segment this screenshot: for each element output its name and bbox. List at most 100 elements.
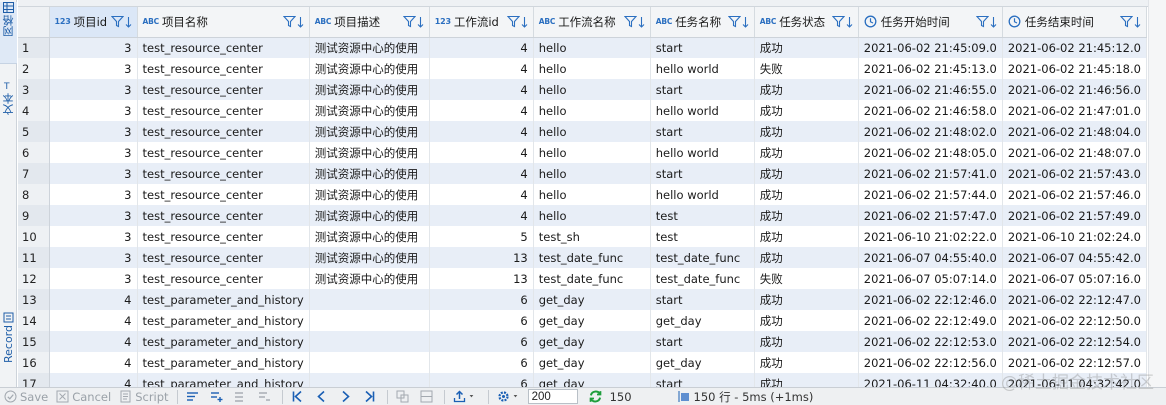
table-row[interactable]: 14 4 test_parameter_and_history 6 get_day get… [18,310,1147,331]
table-cell[interactable]: test_parameter_and_history [137,352,310,373]
table-cell[interactable]: 4 [429,58,534,79]
table-row[interactable]: 16 4 test_parameter_and_history 6 get_day get… [18,352,1147,373]
table-cell[interactable]: 2021-06-02 21:57:41.0 [858,163,1003,184]
table-cell[interactable]: 3 [49,100,138,121]
row-number[interactable]: 12 [18,268,50,289]
table-cell[interactable]: start [650,163,755,184]
table-cell[interactable]: start [650,121,755,142]
vertical-scrollbar[interactable] [1148,0,1166,387]
table-cell[interactable]: 13 [429,247,534,268]
sort-icon[interactable] [417,16,424,28]
prev-page-button[interactable] [311,388,335,405]
table-cell[interactable]: test_resource_center [137,58,310,79]
table-cell[interactable]: 成功 [754,163,859,184]
row-number[interactable]: 15 [18,331,50,352]
table-cell[interactable]: 测试资源中心的使用 [309,226,430,247]
table-cell[interactable]: 4 [429,100,534,121]
table-cell[interactable]: 2021-06-11 04:32:40.0 [858,373,1003,387]
table-cell[interactable]: start [650,37,755,58]
row-number[interactable]: 3 [18,79,50,100]
table-cell[interactable]: test_resource_center [137,100,310,121]
table-row[interactable]: 9 3 test_resource_center 测试资源中心的使用 4 hello tes… [18,205,1147,226]
table-cell[interactable]: 2021-06-02 21:57:44.0 [858,184,1003,205]
table-cell[interactable]: 失败 [754,268,859,289]
table-cell[interactable]: 4 [429,79,534,100]
side-tab-grid[interactable]: 网格 [0,2,17,64]
table-cell[interactable]: 2021-06-02 21:47:01.0 [1002,100,1147,121]
table-row[interactable]: 2 3 test_resource_center 测试资源中心的使用 4 hello hel… [18,58,1147,79]
table-cell[interactable]: 成功 [754,121,859,142]
column-header[interactable]: ABC 工作流名称 [533,7,651,38]
table-cell[interactable]: 2021-06-02 21:46:58.0 [858,100,1003,121]
table-cell[interactable]: 测试资源中心的使用 [309,79,430,100]
table-cell[interactable]: get_day [533,289,651,310]
table-cell[interactable]: 成功 [754,310,859,331]
table-cell[interactable]: hello [533,142,651,163]
filter-icon[interactable] [831,15,845,28]
table-cell[interactable]: 2021-06-02 21:48:07.0 [1002,142,1147,163]
table-cell[interactable]: 3 [49,37,138,58]
table-cell[interactable]: test_date_func [650,247,755,268]
table-cell[interactable]: 成功 [754,226,859,247]
table-cell[interactable]: 3 [49,268,138,289]
table-row[interactable]: 15 4 test_parameter_and_history 6 get_day sta… [18,331,1147,352]
table-row[interactable]: 17 4 test_parameter_and_history 6 get_day sta… [18,373,1147,387]
table-cell[interactable]: 2021-06-07 04:55:42.0 [1002,247,1147,268]
table-cell[interactable]: test_resource_center [137,247,310,268]
table-cell[interactable]: test_resource_center [137,163,310,184]
table-row[interactable]: 11 3 test_resource_center 测试资源中心的使用 13 test_d… [18,247,1147,268]
filter-icon[interactable] [727,15,741,28]
table-cell[interactable]: 成功 [754,100,859,121]
table-cell[interactable]: 成功 [754,247,859,268]
table-cell[interactable]: test_date_func [533,247,651,268]
column-header[interactable]: 123 工作流id [429,7,534,38]
table-row[interactable]: 5 3 test_resource_center 测试资源中心的使用 4 hello sta… [18,121,1147,142]
filter-icon[interactable] [623,15,637,28]
table-cell[interactable]: 2021-06-07 04:55:40.0 [858,247,1003,268]
table-cell[interactable]: 4 [429,37,534,58]
filter-icon[interactable] [506,15,520,28]
table-cell[interactable]: 2021-06-02 21:57:43.0 [1002,163,1147,184]
table-cell[interactable]: start [650,79,755,100]
table-cell[interactable]: 3 [49,142,138,163]
table-cell[interactable]: test [650,226,755,247]
table-cell[interactable]: 4 [429,184,534,205]
sort-icon[interactable] [125,16,132,28]
table-cell[interactable]: get_day [650,352,755,373]
table-cell[interactable]: start [650,373,755,387]
table-cell[interactable]: hello [533,100,651,121]
row-number[interactable]: 4 [18,100,50,121]
delete-row-button[interactable] [254,388,278,405]
table-cell[interactable]: 2021-06-02 21:57:49.0 [1002,205,1147,226]
table-cell[interactable]: hello [533,205,651,226]
row-number[interactable]: 13 [18,289,50,310]
table-cell[interactable]: 2021-06-02 21:48:04.0 [1002,121,1147,142]
cancel-button[interactable]: Cancel [52,388,115,405]
table-cell[interactable] [309,310,430,331]
table-row[interactable]: 4 3 test_resource_center 测试资源中心的使用 4 hello hel… [18,100,1147,121]
table-cell[interactable]: 4 [49,310,138,331]
row-number[interactable]: 6 [18,142,50,163]
table-cell[interactable]: hello [533,79,651,100]
table-cell[interactable]: 2021-06-02 22:12:57.0 [1002,352,1147,373]
sort-icon[interactable] [742,16,749,28]
table-cell[interactable] [309,373,430,387]
row-number[interactable]: 8 [18,184,50,205]
table-cell[interactable]: 4 [429,142,534,163]
table-cell[interactable]: hello [533,184,651,205]
table-cell[interactable]: test_date_func [533,268,651,289]
table-cell[interactable]: 失败 [754,58,859,79]
table-cell[interactable]: 2021-06-11 04:32:42.0 [1002,373,1147,387]
table-cell[interactable]: 成功 [754,289,859,310]
table-cell[interactable]: 成功 [754,373,859,387]
table-row[interactable]: 7 3 test_resource_center 测试资源中心的使用 4 hello sta… [18,163,1147,184]
table-cell[interactable]: 3 [49,163,138,184]
table-cell[interactable]: get_day [533,331,651,352]
next-page-button[interactable] [335,388,359,405]
sort-icon[interactable] [297,16,304,28]
table-cell[interactable]: 2021-06-07 05:07:16.0 [1002,268,1147,289]
filter-icon[interactable] [110,15,124,28]
table-cell[interactable]: 成功 [754,142,859,163]
row-number[interactable]: 5 [18,121,50,142]
table-cell[interactable]: 2021-06-02 21:45:12.0 [1002,37,1147,58]
